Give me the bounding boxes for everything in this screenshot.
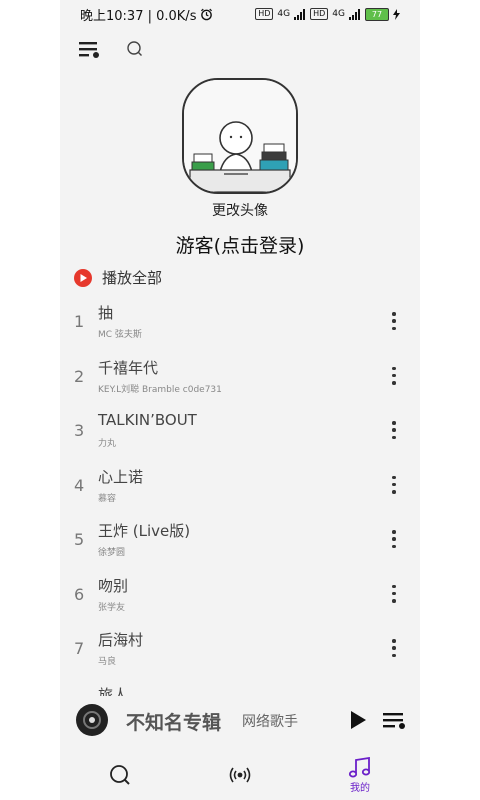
status-left: 晚上10:37 | 0.0K/s [80, 5, 213, 24]
search-icon[interactable] [124, 38, 146, 60]
radio-icon [229, 767, 251, 783]
change-avatar-label[interactable]: 更改头像 [60, 200, 420, 220]
play-all-icon [74, 268, 92, 287]
song-list: 1 抽 MC 弦夫斯 2 千禧年代 KEY.L刘聪 Bramble c0de73… [60, 296, 420, 732]
more-options-icon[interactable] [390, 475, 398, 494]
hd-badge: HD [255, 8, 274, 20]
song-row[interactable]: 2 千禧年代 KEY.L刘聪 Bramble c0de731 [60, 351, 420, 406]
song-row[interactable]: 6 吻别 张学友 [60, 569, 420, 624]
song-artist: 张学友 [98, 602, 126, 613]
song-number: 1 [74, 312, 85, 331]
bottom-nav: 我的 [60, 752, 420, 800]
player-album: 不知名专辑 [126, 712, 222, 734]
play-all-button[interactable]: 播放全部 [74, 267, 162, 288]
song-number: 3 [74, 421, 85, 440]
song-title: TALKIN’BOUT [98, 411, 197, 429]
more-options-icon[interactable] [390, 584, 398, 603]
hd-badge-2: HD [310, 8, 329, 20]
status-bar: 晚上10:37 | 0.0K/s HD 4G HD 4G 77 [60, 0, 420, 28]
song-title: 抽 [98, 304, 114, 322]
signal-icon [294, 8, 306, 20]
signal-icon-2 [349, 8, 360, 20]
song-row[interactable]: 3 TALKIN’BOUT 力丸 [60, 405, 420, 460]
album-disc-icon[interactable] [76, 704, 108, 736]
network-4g-2: 4G [332, 9, 345, 19]
network-4g: 4G [277, 9, 291, 19]
song-row[interactable]: 5 王炸 (Live版) 徐梦圆 [60, 514, 420, 569]
nav-discover[interactable] [90, 752, 150, 798]
song-artist: 慕容 [98, 493, 117, 504]
queue-menu-icon[interactable] [78, 38, 102, 60]
charging-icon [393, 8, 400, 20]
player-singer: 网络歌手 [242, 714, 298, 730]
playlist-icon[interactable] [382, 708, 408, 732]
song-title: 后海村 [98, 631, 144, 649]
mini-player[interactable]: 不知名专辑 网络歌手 [60, 696, 420, 746]
nav-mine-label: 我的 [350, 782, 370, 794]
song-title: 千禧年代 [98, 358, 159, 377]
song-artist: MC 弦夫斯 [98, 330, 142, 340]
avatar-illustration [184, 80, 296, 192]
play-all-label: 播放全部 [102, 269, 163, 287]
top-bar [60, 34, 420, 64]
more-options-icon[interactable] [390, 530, 398, 548]
username-login[interactable]: 游客(点击登录) [60, 231, 420, 258]
app-screen: 晚上10:37 | 0.0K/s HD 4G HD 4G 77 更改头像 游客(… [60, 0, 420, 800]
more-options-icon[interactable] [390, 639, 398, 657]
more-options-icon[interactable] [390, 366, 398, 385]
battery-icon: 77 [365, 7, 389, 21]
music-note-icon [348, 756, 371, 777]
song-artist: 徐梦圆 [98, 548, 126, 558]
song-number: 6 [74, 584, 85, 604]
nav-radio[interactable] [210, 752, 270, 798]
song-title: 吻别 [98, 576, 129, 595]
song-row[interactable]: 4 心上诺 慕容 [60, 460, 420, 515]
song-number: 7 [74, 639, 85, 658]
song-number: 5 [74, 530, 85, 549]
song-artist: 马良 [98, 657, 117, 667]
discover-icon [110, 765, 130, 785]
more-options-icon[interactable] [390, 421, 398, 439]
play-icon[interactable] [346, 708, 370, 732]
alarm-icon [201, 8, 213, 20]
song-artist: KEY.L刘聪 Bramble c0de731 [98, 384, 222, 395]
nav-mine[interactable]: 我的 [330, 752, 390, 798]
song-title: 心上诺 [98, 467, 144, 486]
song-row[interactable]: 7 后海村 马良 [60, 623, 420, 678]
more-options-icon[interactable] [390, 312, 398, 330]
status-right: HD 4G HD 4G 77 [255, 7, 400, 21]
avatar[interactable] [182, 78, 298, 194]
song-artist: 力丸 [98, 439, 117, 449]
song-title: 王炸 (Live版) [98, 522, 191, 540]
status-time-speed: 晚上10:37 | 0.0K/s [80, 8, 197, 24]
song-number: 2 [74, 366, 85, 386]
song-row[interactable]: 1 抽 MC 弦夫斯 [60, 296, 420, 351]
song-number: 4 [74, 475, 85, 495]
